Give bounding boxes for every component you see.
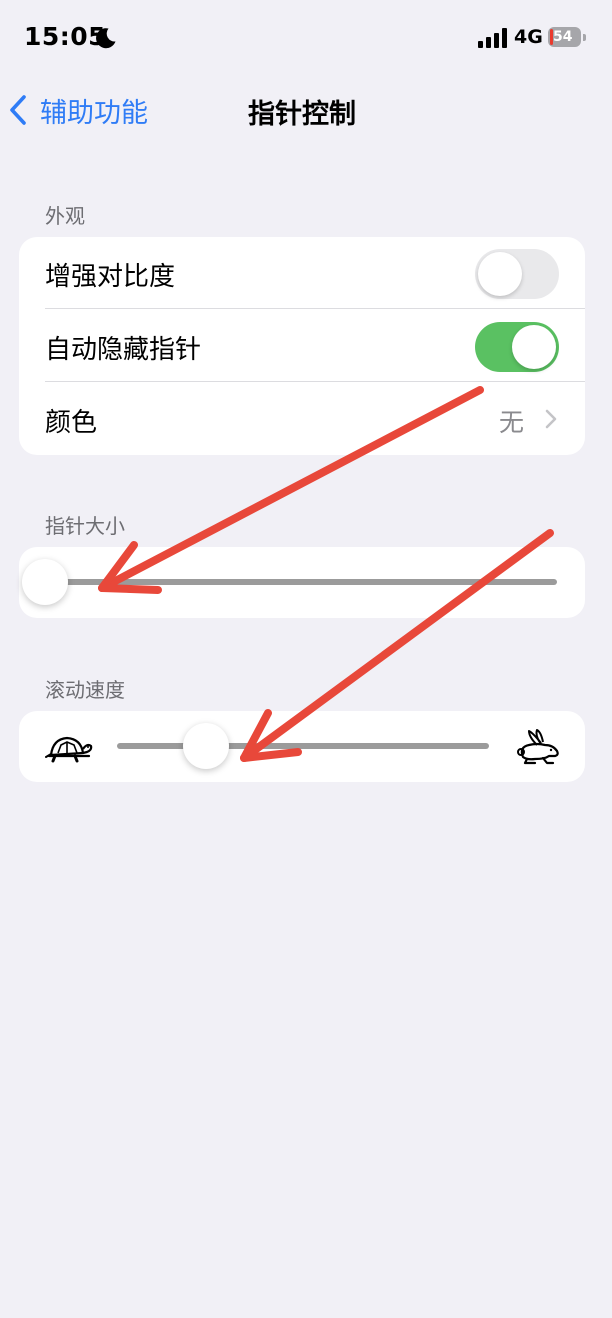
pointer-size-group <box>19 547 585 618</box>
appearance-header: 外观 <box>45 204 85 228</box>
scroll-speed-slider-thumb[interactable] <box>183 723 230 769</box>
network-type: 4G <box>514 26 543 48</box>
battery-icon: 54 <box>548 27 588 49</box>
moon-icon <box>96 28 116 49</box>
page-title: 指针控制 <box>248 99 356 130</box>
scroll-speed-header: 滚动速度 <box>45 678 125 702</box>
navigation-bar: 辅助功能 指针控制 <box>0 76 612 146</box>
appearance-group: 增强对比度 自动隐藏指针 颜色 无 <box>19 237 585 455</box>
turtle-icon <box>45 736 93 763</box>
scroll-speed-slider[interactable] <box>117 743 489 749</box>
color-label: 颜色 <box>45 408 98 438</box>
scroll-speed-group <box>19 711 585 782</box>
pointer-size-header: 指针大小 <box>45 514 125 538</box>
color-value: 无 <box>499 408 525 437</box>
battery-level: 54 <box>553 29 573 45</box>
pointer-size-slider[interactable] <box>45 579 557 585</box>
chevron-right-icon <box>545 409 557 429</box>
auto-hide-pointer-label: 自动隐藏指针 <box>45 335 202 365</box>
status-bar: 15:05 4G 54 <box>0 0 612 76</box>
cellular-signal-icon <box>478 28 507 48</box>
annotation-overlay <box>98 386 554 762</box>
auto-hide-pointer-row: 自动隐藏指针 <box>19 310 585 382</box>
pointer-size-slider-thumb[interactable] <box>22 559 68 605</box>
auto-hide-pointer-toggle[interactable] <box>475 322 559 372</box>
rabbit-icon <box>517 729 559 765</box>
increase-contrast-label: 增强对比度 <box>45 262 176 292</box>
increase-contrast-toggle[interactable] <box>475 249 559 299</box>
increase-contrast-row: 增强对比度 <box>19 237 585 309</box>
color-row[interactable]: 颜色 无 <box>19 383 585 455</box>
